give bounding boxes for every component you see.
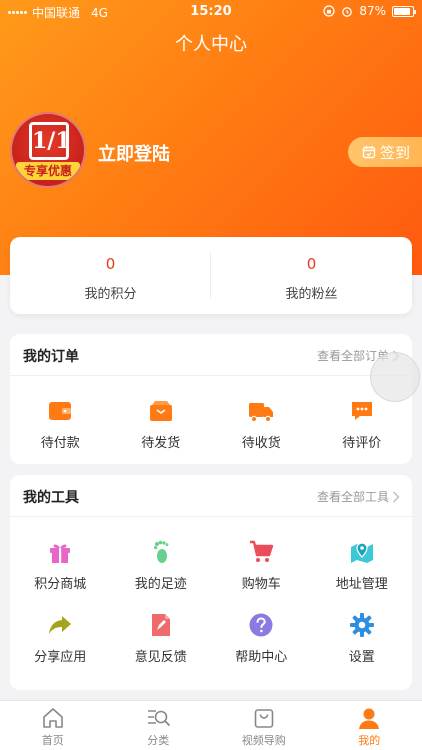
tool-settings[interactable]: 设置 [312,612,413,665]
tool-footprints[interactable]: 我的足迹 [111,539,212,592]
settings-icon [349,613,374,637]
tool-item-label: 帮助中心 [235,650,288,665]
status-bar: 中国联通 4G 15:20 87% [0,0,422,22]
gift-icon [50,544,71,563]
tool-share-app[interactable]: 分享应用 [10,612,111,665]
rotation-lock-icon [323,5,335,17]
view-all-tools-link[interactable]: 查看全部工具 [317,488,400,505]
order-item-label: 待发货 [141,436,181,451]
order-pending-shipment[interactable]: 待发货 [111,398,212,451]
tab-label: 分类 [147,734,170,747]
tab-me[interactable]: 我的 [317,701,422,750]
tool-item-label: 分享应用 [34,650,87,665]
signin-label: 签到 [380,143,411,162]
tool-item-label: 意见反馈 [134,650,187,665]
comment-icon [351,402,372,420]
bottom-tab-bar: 首页 分类 视频导购 我的 [0,700,422,750]
stat-value: 0 [105,255,116,273]
order-item-label: 待评价 [342,436,382,451]
order-item-label: 待付款 [40,436,80,451]
tool-item-label: 购物车 [241,577,281,592]
home-icon [42,708,63,728]
tool-cart[interactable]: 购物车 [211,539,312,592]
share-icon [49,616,72,634]
view-all-tools-label: 查看全部工具 [316,490,389,504]
tool-address[interactable]: 地址管理 [312,539,413,592]
tool-help-center[interactable]: 帮助中心 [211,612,312,665]
tab-label: 视频导购 [241,734,286,747]
orders-header: 我的订单 查看全部订单 [10,334,412,376]
stats-divider [210,252,211,298]
user-icon [359,708,380,729]
shopping-bag-icon [254,709,274,728]
help-icon [249,613,273,637]
login-link[interactable]: 立即登陆 [98,140,170,166]
package-icon [149,401,172,421]
calendar-icon [362,146,376,159]
tab-category[interactable]: 分类 [106,701,212,750]
tool-feedback[interactable]: 意见反馈 [111,612,212,665]
footprint-icon [153,540,169,563]
avatar[interactable]: 1/1 专享优惠 [10,112,86,188]
tab-label: 我的 [358,734,381,747]
tool-item-label: 积分商城 [34,577,87,592]
stat-value: 0 [306,255,317,273]
orders-title: 我的订单 [23,349,79,365]
tool-item-label: 地址管理 [335,577,388,592]
stat-label: 我的粉丝 [285,287,338,302]
battery-icon [392,5,416,17]
stat-fans[interactable]: 0 我的粉丝 [211,237,412,314]
stat-points[interactable]: 0 我的积分 [10,237,211,314]
tools-header: 我的工具 查看全部工具 [10,475,412,517]
tool-points-mall[interactable]: 积分商城 [10,539,111,592]
order-pending-payment[interactable]: 待付款 [10,398,111,451]
map-pin-icon [350,542,373,563]
order-pending-receipt[interactable]: 待收货 [211,398,312,451]
alarm-icon [342,7,353,17]
wallet-icon [49,402,72,420]
tools-title: 我的工具 [23,490,79,506]
avatar-logo: 1/1 [29,122,71,160]
tool-item-label: 我的足迹 [134,577,187,592]
tab-home[interactable]: 首页 [0,701,106,750]
avatar-promo-badge: 专享优惠 [16,162,80,180]
tool-item-label: 设置 [348,650,375,665]
assistive-touch-button[interactable] [370,352,420,402]
order-item-label: 待收货 [241,436,281,451]
chevron-right-icon [393,491,400,502]
battery-percent: 87% [359,4,386,18]
stat-label: 我的积分 [84,287,137,302]
stats-card: 0 我的积分 0 我的粉丝 [10,237,412,314]
signin-button[interactable]: 签到 [348,137,422,167]
cart-icon [250,540,274,562]
tab-video-shopping[interactable]: 视频导购 [211,701,317,750]
truck-icon [249,403,274,423]
category-search-icon [148,710,171,726]
orders-card: 我的订单 查看全部订单 待付款 待发货 待收货 待评价 [10,334,412,464]
page-title: 个人中心 [175,34,247,55]
tab-label: 首页 [41,734,64,747]
order-pending-review[interactable]: 待评价 [312,398,413,451]
feedback-icon [151,614,170,636]
tools-card: 我的工具 查看全部工具 积分商城 我的足迹 购物车 地址管理 分享应用 意见反馈… [10,475,412,690]
